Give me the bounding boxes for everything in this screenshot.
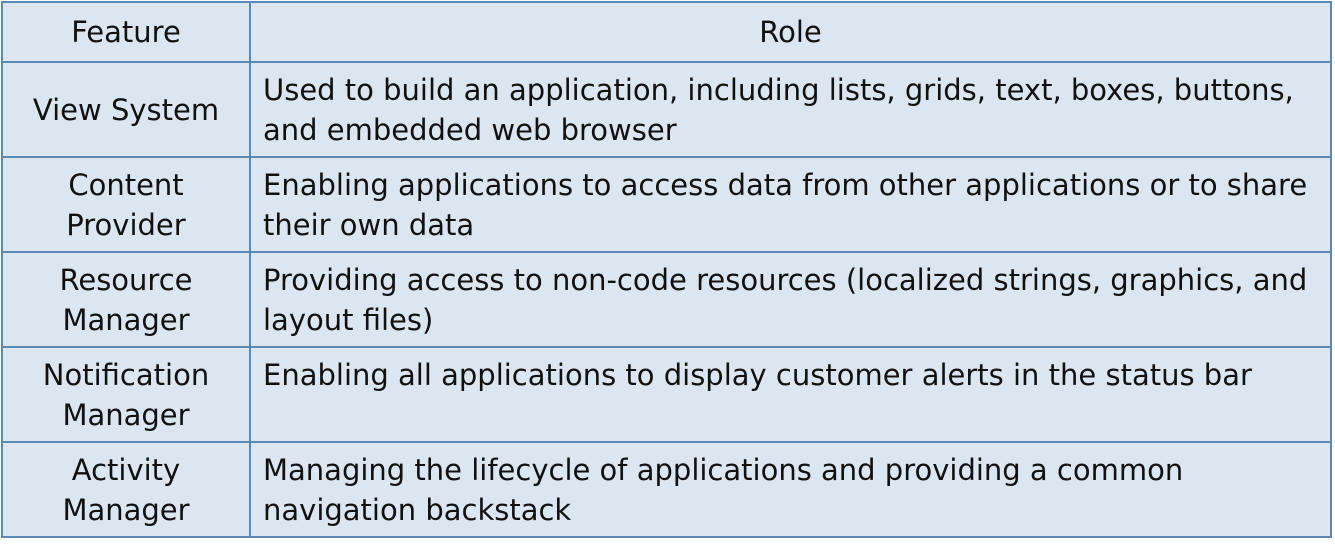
role-cell: Managing the lifecycle of applications a…	[249, 441, 1332, 538]
role-cell: Used to build an application, including …	[249, 61, 1332, 158]
table-row: View System Used to build an application…	[1, 61, 1332, 158]
role-cell: Enabling applications to access data fro…	[249, 156, 1332, 253]
feature-cell: Resource Manager	[1, 251, 251, 348]
table-row: Resource Manager Providing access to non…	[1, 251, 1332, 348]
feature-role-table: Feature Role View System Used to build a…	[1, 1, 1332, 538]
feature-cell: Notification Manager	[1, 346, 251, 443]
table-header-row: Feature Role	[1, 1, 1332, 63]
table-row: Content Provider Enabling applications t…	[1, 156, 1332, 253]
table-row: Activity Manager Managing the lifecycle …	[1, 441, 1332, 538]
feature-cell: View System	[1, 61, 251, 158]
header-feature: Feature	[1, 1, 251, 63]
feature-cell: Activity Manager	[1, 441, 251, 538]
role-cell: Providing access to non-code resources (…	[249, 251, 1332, 348]
feature-cell: Content Provider	[1, 156, 251, 253]
table-row: Notification Manager Enabling all applic…	[1, 346, 1332, 443]
role-cell: Enabling all applications to display cus…	[249, 346, 1332, 443]
feature-role-table-container: Feature Role View System Used to build a…	[1, 1, 1332, 538]
header-role: Role	[249, 1, 1332, 63]
